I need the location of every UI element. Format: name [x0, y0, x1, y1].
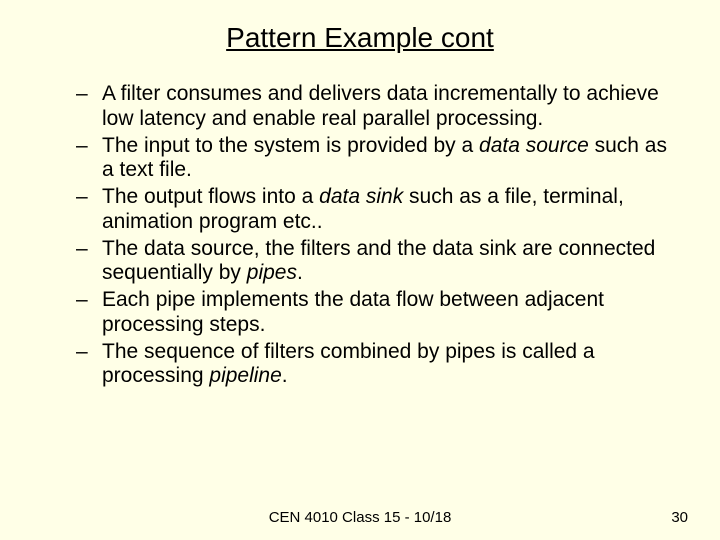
slide-title: Pattern Example cont: [48, 22, 672, 54]
bullet-list: A filter consumes and delivers data incr…: [76, 82, 672, 389]
bullet-item: Each pipe implements the data flow betwe…: [76, 288, 672, 338]
bullet-text-pre: The input to the system is provided by a: [102, 134, 479, 157]
bullet-text-italic: pipes: [247, 261, 297, 284]
bullet-text-pre: A filter consumes and delivers data incr…: [102, 82, 659, 130]
bullet-text-post: .: [297, 261, 303, 284]
bullet-item: The output flows into a data sink such a…: [76, 185, 672, 235]
bullet-text-pre: The data source, the filters and the dat…: [102, 237, 655, 285]
bullet-text-italic: data sink: [319, 185, 403, 208]
bullet-text-post: .: [282, 364, 288, 387]
bullet-item: The data source, the filters and the dat…: [76, 237, 672, 287]
bullet-text-pre: Each pipe implements the data flow betwe…: [102, 288, 604, 336]
bullet-item: The sequence of filters combined by pipe…: [76, 340, 672, 390]
bullet-item: A filter consumes and delivers data incr…: [76, 82, 672, 132]
bullet-text-italic: data source: [479, 134, 589, 157]
bullet-text-italic: pipeline: [209, 364, 281, 387]
slide: Pattern Example cont A filter consumes a…: [0, 0, 720, 540]
footer-center-text: CEN 4010 Class 15 - 10/18: [0, 509, 720, 526]
footer-page-number: 30: [671, 509, 688, 526]
bullet-item: The input to the system is provided by a…: [76, 134, 672, 184]
bullet-text-pre: The sequence of filters combined by pipe…: [102, 340, 595, 388]
bullet-text-pre: The output flows into a: [102, 185, 319, 208]
